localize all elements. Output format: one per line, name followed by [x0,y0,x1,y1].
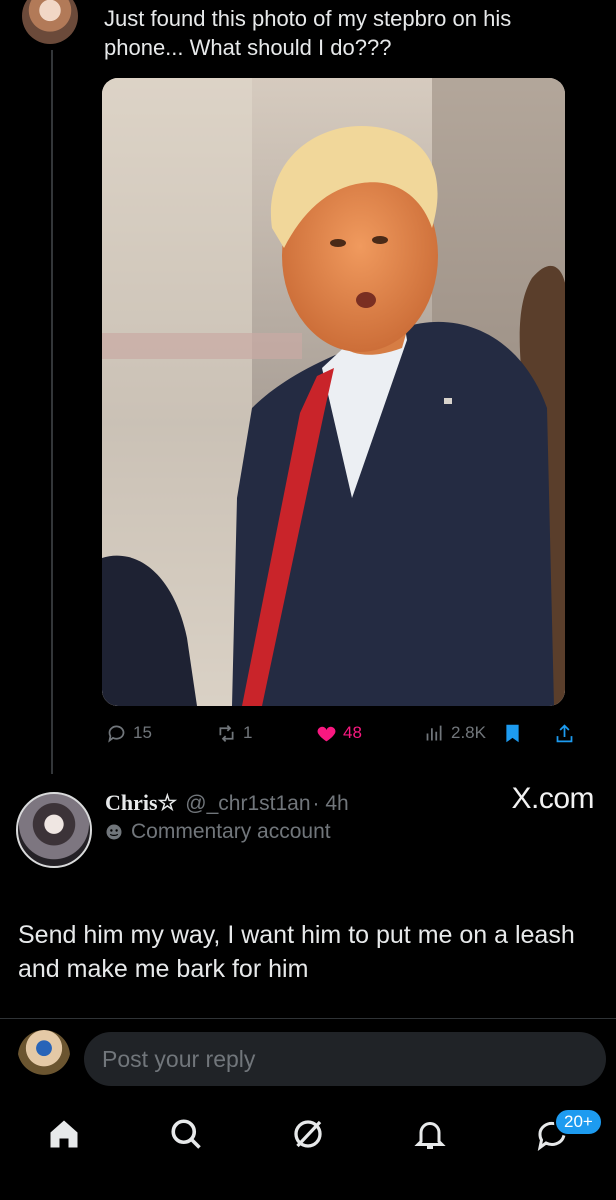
bell-icon [414,1122,446,1149]
like-action[interactable]: 48 [316,718,362,748]
tab-search[interactable] [168,1116,204,1152]
photo-illustration [102,78,565,706]
source-watermark: X.com [511,782,594,815]
reply-timestamp: · 4h [312,792,349,815]
repost-count: 1 [243,723,253,742]
like-count: 48 [343,723,362,742]
composer-divider [0,1018,616,1019]
reply-author-handle[interactable]: @_chr1st1an [185,792,310,816]
account-label: Commentary account [105,820,331,844]
reply-count: 15 [133,723,152,742]
reply-action[interactable]: 15 [106,718,152,748]
views-count: 2.8K [451,723,486,742]
thread-connector [51,50,53,774]
reply-input[interactable]: Post your reply [84,1032,606,1086]
reply-input-placeholder: Post your reply [102,1045,256,1072]
tab-notifications[interactable] [412,1116,448,1152]
reply-post-text: Send him my way, I want him to put me on… [18,921,575,983]
theater-masks-icon [106,824,122,840]
bottom-tab-bar [0,1100,616,1200]
reply-author-name[interactable]: Chris☆ [105,790,177,816]
original-author-avatar[interactable] [22,0,78,44]
reply-author-avatar[interactable] [16,792,92,868]
bookmark-action[interactable] [502,718,523,748]
post-photo[interactable] [102,78,565,706]
search-icon [171,1119,201,1149]
share-icon [556,723,573,742]
repost-action[interactable]: 1 [216,718,252,748]
messages-badge: 20+ [554,1108,603,1136]
reply-author-line: Chris☆ @_chr1st1an · 4h [105,790,349,816]
current-user-avatar[interactable] [18,1030,70,1082]
reply-icon [108,725,125,743]
tab-grok[interactable] [290,1116,326,1152]
post-actions: 15 1 48 2.8K [0,718,616,748]
account-label-text: Commentary account [131,820,331,843]
tab-home[interactable] [46,1116,82,1152]
heart-icon [317,726,336,741]
repost-icon [219,724,234,742]
original-post-text: Just found this photo of my stepbro on h… [104,6,512,60]
bookmark-icon [506,724,519,742]
views-action[interactable]: 2.8K [424,718,486,748]
views-chart-icon [426,725,442,740]
share-action[interactable] [554,718,575,748]
home-icon [50,1120,78,1148]
grok-icon [294,1120,322,1148]
